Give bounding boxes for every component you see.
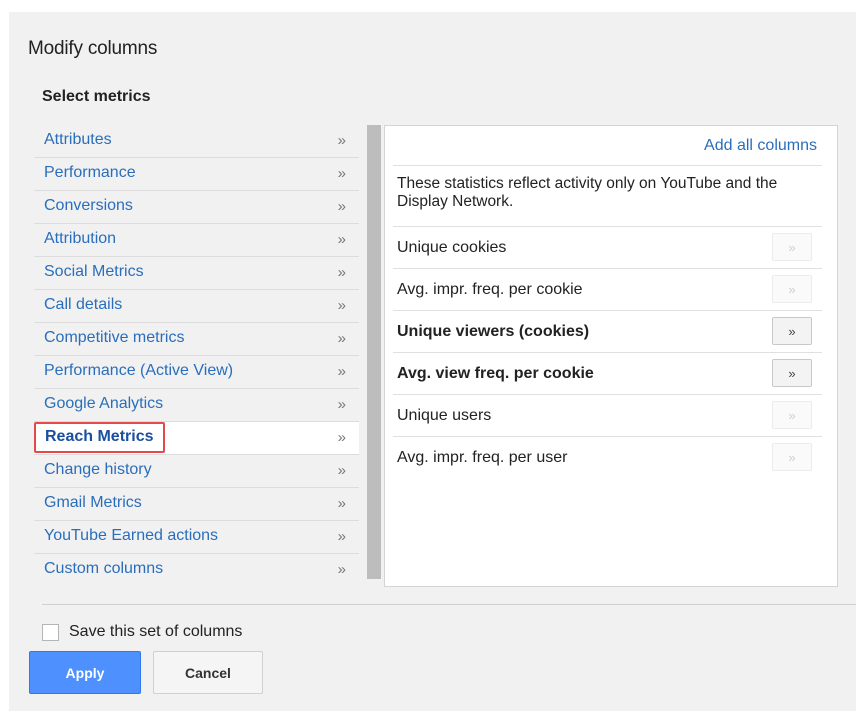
metrics-panel: Add all columns These statistics reflect… [384, 125, 838, 587]
expand-arrow-icon: » [337, 297, 346, 314]
save-columns-checkbox[interactable] [42, 623, 59, 641]
expand-arrow-icon: » [337, 264, 346, 281]
dialog-title: Modify columns [28, 38, 158, 59]
category-label: Attributes [44, 131, 112, 148]
expand-arrow-icon: » [337, 429, 346, 446]
category-attributes[interactable]: Attributes » [34, 125, 359, 158]
category-attribution[interactable]: Attribution » [34, 224, 359, 257]
expand-arrow-icon: » [337, 462, 346, 479]
metric-category-list: Attributes » Performance » Conversions »… [34, 125, 359, 587]
category-performance[interactable]: Performance » [34, 158, 359, 191]
add-all-columns-link[interactable]: Add all columns [704, 137, 817, 155]
category-google-analytics[interactable]: Google Analytics » [34, 389, 359, 422]
category-label: Social Metrics [44, 263, 144, 280]
cancel-button[interactable]: Cancel [153, 651, 263, 694]
add-metric-button[interactable]: » [772, 317, 812, 345]
category-label: Competitive metrics [44, 329, 185, 346]
expand-arrow-icon: » [337, 495, 346, 512]
category-label: Google Analytics [44, 395, 164, 412]
add-metric-button[interactable]: » [772, 443, 812, 471]
category-label: Call details [44, 296, 123, 313]
expand-arrow-icon: » [337, 396, 346, 413]
metric-row-avg-impr-freq-per-cookie: Avg. impr. freq. per cookie » [393, 269, 822, 311]
category-label: Performance (Active View) [44, 362, 234, 379]
save-columns-label: Save this set of columns [69, 623, 243, 640]
metric-label: Avg. impr. freq. per cookie [397, 281, 583, 298]
metrics-note: These statistics reflect activity only o… [397, 175, 778, 210]
category-youtube-earned-actions[interactable]: YouTube Earned actions » [34, 521, 359, 554]
category-call-details[interactable]: Call details » [34, 290, 359, 323]
expand-arrow-icon: » [337, 165, 346, 182]
metric-label: Unique cookies [397, 239, 507, 256]
expand-arrow-icon: » [337, 231, 346, 248]
category-social-metrics[interactable]: Social Metrics » [34, 257, 359, 290]
category-label: Conversions [44, 197, 133, 214]
select-metrics-heading: Select metrics [42, 88, 151, 105]
metric-row-unique-viewers: Unique viewers (cookies) » [393, 311, 822, 353]
add-metric-button[interactable]: » [772, 401, 812, 429]
category-conversions[interactable]: Conversions » [34, 191, 359, 224]
metric-row-unique-cookies: Unique cookies » [393, 227, 822, 269]
expand-arrow-icon: » [337, 561, 346, 578]
expand-arrow-icon: » [337, 363, 346, 380]
add-metric-button[interactable]: » [772, 359, 812, 387]
category-change-history[interactable]: Change history » [34, 455, 359, 488]
footer-divider [42, 604, 856, 605]
add-metric-button[interactable]: » [772, 275, 812, 303]
category-reach-metrics[interactable]: Reach Metrics » [34, 422, 359, 455]
expand-arrow-icon: » [337, 330, 346, 347]
category-label: Gmail Metrics [44, 494, 142, 511]
category-gmail-metrics[interactable]: Gmail Metrics » [34, 488, 359, 521]
category-custom-columns[interactable]: Custom columns » [34, 554, 359, 587]
category-label: YouTube Earned actions [44, 527, 219, 544]
category-label: Custom columns [44, 560, 164, 577]
category-scrollbar[interactable] [367, 125, 381, 579]
expand-arrow-icon: » [337, 198, 346, 215]
apply-button[interactable]: Apply [29, 651, 141, 694]
category-label: Attribution [44, 230, 117, 247]
metric-label: Avg. impr. freq. per user [397, 449, 568, 466]
expand-arrow-icon: » [337, 528, 346, 545]
metric-row-unique-users: Unique users » [393, 395, 822, 437]
category-performance-active-view[interactable]: Performance (Active View) » [34, 356, 359, 389]
expand-arrow-icon: » [337, 132, 346, 149]
category-competitive-metrics[interactable]: Competitive metrics » [34, 323, 359, 356]
category-label: Performance [44, 164, 136, 181]
category-label: Reach Metrics [34, 422, 165, 453]
metric-row-avg-view-freq-per-cookie: Avg. view freq. per cookie » [393, 353, 822, 395]
divider [393, 165, 822, 166]
metric-label: Avg. view freq. per cookie [397, 365, 594, 382]
metric-label: Unique users [397, 407, 492, 424]
metric-row-avg-impr-freq-per-user: Avg. impr. freq. per user » [393, 437, 822, 479]
save-columns-option: Save this set of columns [42, 623, 242, 641]
add-metric-button[interactable]: » [772, 233, 812, 261]
category-label: Change history [44, 461, 152, 478]
metric-label: Unique viewers (cookies) [397, 323, 590, 340]
